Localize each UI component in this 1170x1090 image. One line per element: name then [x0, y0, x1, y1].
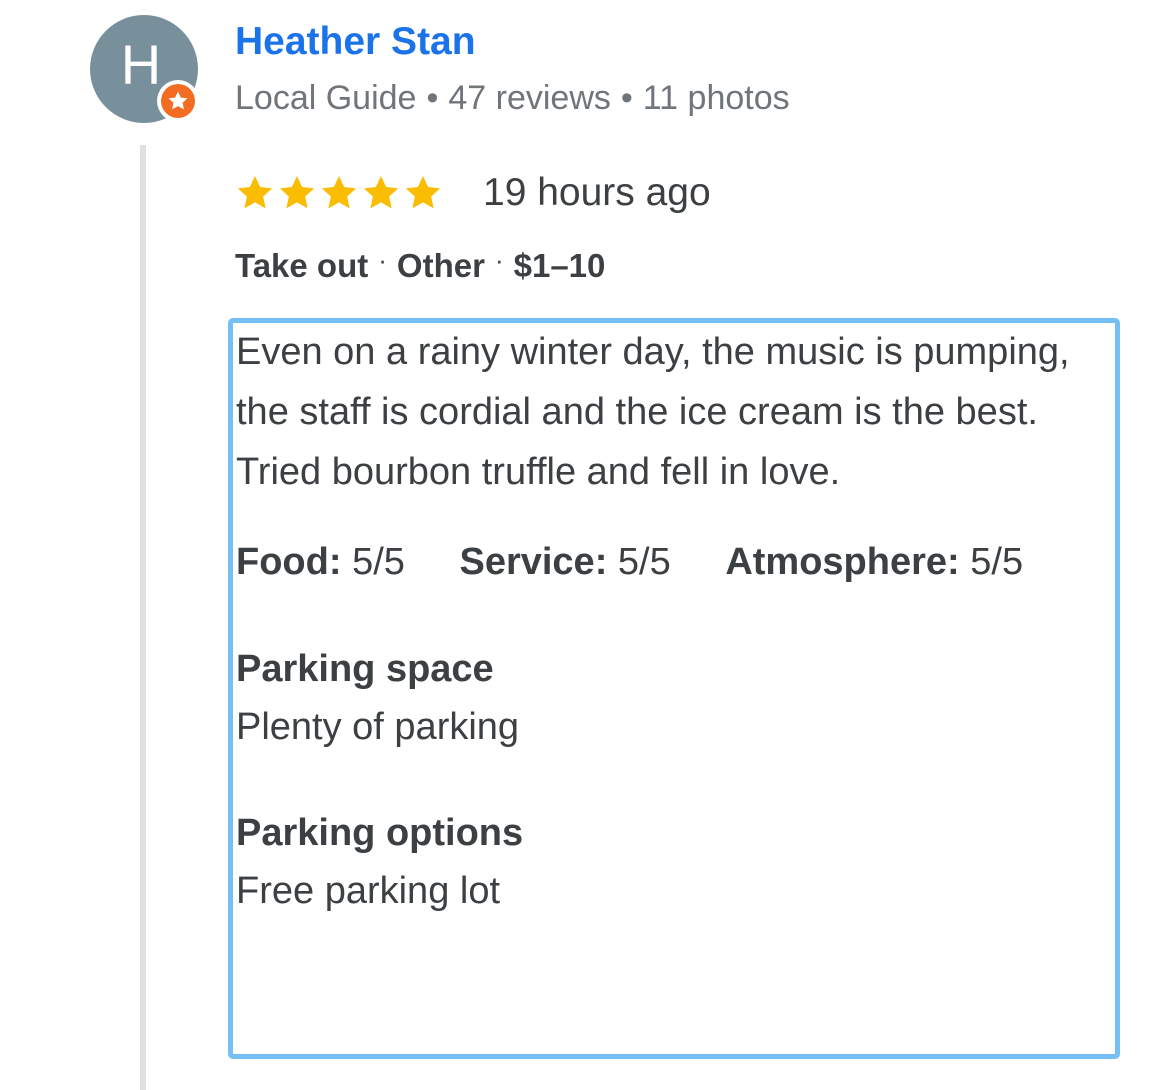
- attribute-value: Plenty of parking: [236, 706, 520, 748]
- local-guide-badge-icon: [157, 80, 199, 122]
- reviewer-name[interactable]: Heather Stan: [235, 18, 476, 66]
- sub-ratings: Food: 5/5 Service: 5/5 Atmosphere: 5/5: [236, 532, 1106, 592]
- review-card: H Heather Stan Local Guide • 47 reviews • 11…: [0, 0, 1170, 1090]
- tag-meal-type: Other: [396, 247, 485, 284]
- star-icon: [279, 176, 315, 209]
- rating-atmosphere-value: 5/5: [970, 541, 1024, 583]
- meta-separator: •: [426, 79, 439, 117]
- tag-separator: ·: [378, 245, 387, 275]
- star-icon: [321, 176, 357, 209]
- attribute-parking-options: Parking options Free parking lot: [236, 804, 1106, 920]
- reviewer-photo-count: 11 photos: [642, 79, 790, 117]
- reviewer-review-count: 47 reviews: [448, 79, 611, 117]
- attribute-label: Parking space: [236, 648, 494, 690]
- rating-service: Service: 5/5: [459, 541, 670, 583]
- reviewer-role: Local Guide: [235, 79, 417, 117]
- thread-divider: [140, 145, 146, 1090]
- review-tags: Take out · Other · $1–10: [235, 244, 605, 290]
- attribute-label: Parking options: [236, 812, 524, 854]
- rating-food-label: Food:: [236, 541, 342, 583]
- review-time: 19 hours ago: [483, 171, 711, 214]
- avatar-initial: H: [120, 33, 162, 96]
- tag-service-type: Take out: [235, 247, 369, 284]
- reviewer-meta: Local Guide • 47 reviews • 11 photos: [235, 76, 790, 120]
- attribute-parking-space: Parking space Plenty of parking: [236, 640, 1106, 756]
- rating-service-value: 5/5: [617, 541, 671, 583]
- meta-separator: •: [620, 79, 633, 117]
- rating-row: 19 hours ago: [235, 168, 711, 218]
- review-text: Even on a rainy winter day, the music is…: [236, 331, 1070, 493]
- star-icon: [405, 176, 441, 209]
- tag-price: $1–10: [513, 247, 606, 284]
- rating-atmosphere: Atmosphere: 5/5: [725, 541, 1023, 583]
- rating-atmosphere-label: Atmosphere:: [725, 541, 960, 583]
- star-rating: [235, 173, 443, 213]
- star-icon: [237, 176, 273, 209]
- rating-food-value: 5/5: [352, 541, 405, 583]
- attribute-value: Free parking lot: [236, 870, 501, 912]
- star-icon: [168, 91, 188, 110]
- review-body: Even on a rainy winter day, the music is…: [236, 322, 1106, 920]
- tag-separator: ·: [494, 245, 504, 275]
- rating-service-label: Service:: [459, 541, 608, 583]
- rating-food: Food: 5/5: [236, 541, 405, 583]
- star-icon: [363, 176, 399, 209]
